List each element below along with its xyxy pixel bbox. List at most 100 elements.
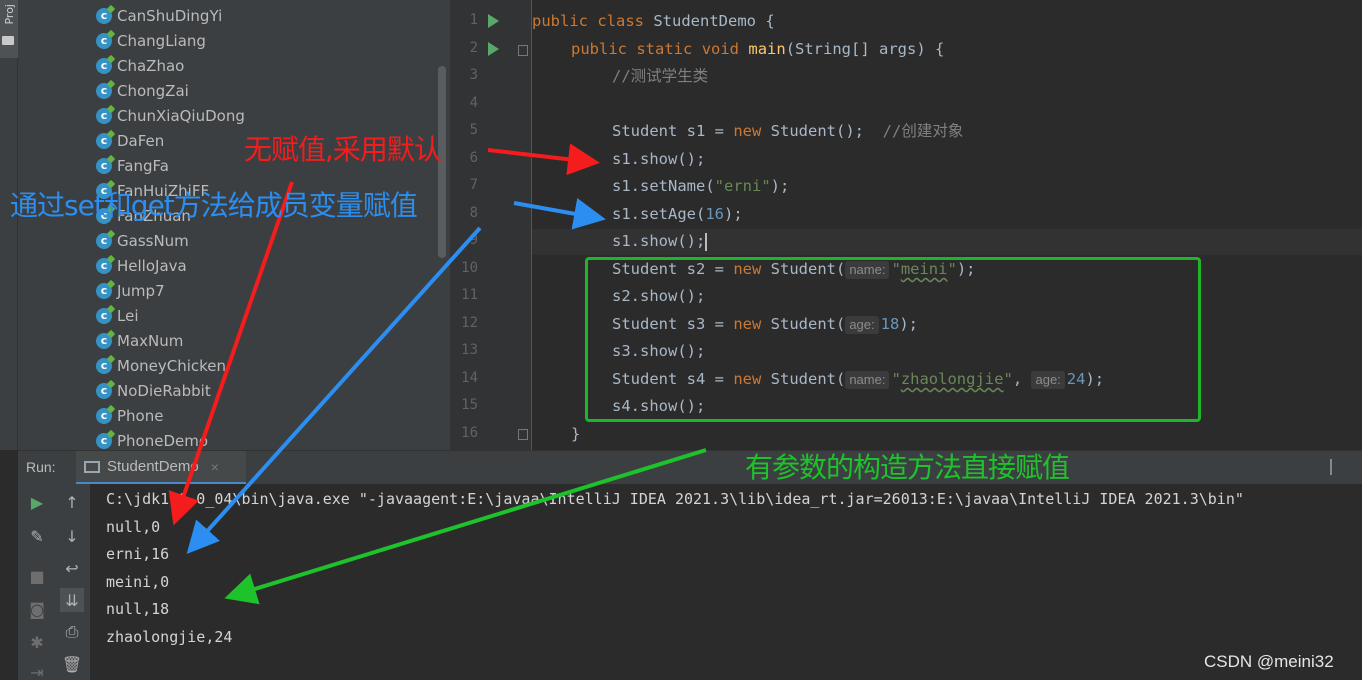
project-tree-item[interactable]: c FangFa [96,153,169,178]
keyword: public [571,40,627,58]
run-tab-studentdemo[interactable]: StudentDemo × [76,451,246,485]
text-cursor [705,232,708,251]
java-class-icon: c [96,82,112,99]
project-tree-item[interactable]: c Phone [96,403,163,428]
project-tree-item-label: MaxNum [117,331,184,350]
code-line-7: s1.setName("erni"); [612,173,789,200]
camera-icon[interactable]: ◙ [27,599,47,619]
trash-icon[interactable]: 🗑 [62,654,82,674]
project-tree-item[interactable]: c Jump7 [96,278,165,303]
line-number: 9 [469,232,478,248]
console-line: C:\jdk1.6.0_04\bin\java.exe "-javaagent:… [106,490,1244,508]
console-tab-icon [84,460,100,473]
number-literal: 16 [705,205,724,223]
project-tree-item[interactable]: c ChangLiang [96,28,206,53]
keyword: public [532,12,588,30]
fold-marker-icon[interactable] [518,45,528,56]
java-class-icon: c [96,332,112,349]
project-tree-item-label: HelloJava [117,256,187,275]
project-tree-item[interactable]: c ChongZai [96,78,189,103]
project-tree-item[interactable]: c MoneyChicken [96,353,226,378]
project-tree-item-label: NoDieRabbit [117,381,211,400]
java-class-icon: c [96,32,112,49]
line-number: 10 [461,259,478,276]
console-line: zhaolongjie,24 [106,628,233,646]
code-text: s1.setName( [612,177,715,195]
project-tree-item[interactable]: c DaFen [96,128,164,153]
code-line-5: Student s1 = new Student(); //创建对象 [612,118,963,145]
project-tree-item-label: Jump7 [117,281,165,300]
code-text: ); [770,177,790,195]
java-class-icon: c [96,307,112,324]
exit-icon[interactable]: ⇥ [27,662,47,680]
java-class-icon: c [96,382,112,399]
project-tree-item[interactable]: c ChaZhao [96,53,184,78]
project-tree-item[interactable]: c NoDieRabbit [96,378,211,403]
project-tree-item-label: CanShuDingYi [117,6,223,25]
run-tool-bar: Run: StudentDemo × [18,450,1362,485]
method-name: main [748,40,786,58]
line-number: 11 [461,287,478,303]
java-class-icon: c [96,357,112,374]
project-tree-item[interactable]: c HelloJava [96,253,187,278]
debug-bug-icon[interactable]: ✱ [27,632,47,652]
string-literal: "erni" [714,177,771,195]
project-tool-tab-label: Proj [3,4,16,25]
project-tree-item-label: DaFen [117,131,165,150]
stop-icon[interactable]: ■ [27,566,47,586]
rerun-icon[interactable]: ▶ [27,492,47,512]
down-arrow-icon[interactable]: ↓ [62,526,82,546]
code-line-3: //测试学生类 [612,67,709,85]
project-tree-item-label: ChaZhao [117,56,185,75]
project-tree-item[interactable]: c MaxNum [96,328,183,353]
project-tree-item[interactable]: c Lei [96,303,139,328]
wrench-icon[interactable]: ✎ [27,526,47,546]
java-class-icon: c [96,257,112,274]
project-tree-item[interactable]: c CanShuDingYi [96,3,222,28]
run-main-icon[interactable] [488,42,499,56]
project-tree-item[interactable]: c PhoneDemo [96,428,208,450]
folder-icon [2,36,14,45]
line-number: 4 [469,94,478,111]
line-number: 8 [469,204,478,221]
method-params: (String[] args) { [785,40,945,58]
keyword: class [597,12,645,30]
console-line: null,0 [106,518,161,536]
project-tree-item-label: Lei [117,306,139,325]
project-tree-item-label: PhoneDemo [117,431,209,450]
keyword: static [636,40,693,58]
console-line: meini,0 [106,573,170,591]
run-class-icon[interactable] [488,14,499,28]
soft-wrap-icon[interactable]: ↩ [62,558,82,578]
code-text: s1.setAge( [612,205,706,223]
close-icon[interactable]: × [211,459,219,475]
project-tree-item[interactable]: c ChunXiaQiuDong [96,103,245,128]
console-toolbar: ▶ ✎ ■ ◙ ✱ ⇥ ↑ ↓ ↩ ⇊ ⎙ 🗑 [18,484,90,680]
java-class-icon: c [96,157,112,174]
code-line-8: s1.setAge(16); [612,201,743,228]
project-tree-item-label: GassNum [117,231,189,250]
java-class-icon: c [96,57,112,74]
java-class-icon: c [96,7,112,24]
annotation-green-text: 有参数的构造方法直接赋值 [745,451,1070,484]
line-number: 7 [469,177,478,193]
console-output[interactable]: C:\jdk1.6.0_04\bin\java.exe "-javaagent:… [90,484,1362,680]
scroll-to-end-icon[interactable]: ⇊ [60,588,84,612]
java-class-icon: c [96,282,112,299]
console-line: null,18 [106,600,170,618]
project-tree-item[interactable]: c GassNum [96,228,189,253]
project-tool-tab[interactable]: Proj [0,0,18,58]
line-number: 14 [461,369,478,386]
project-panel: c CanShuDingYi c ChangLiang c ChaZhao c ChongZa… [18,0,450,450]
panel-options-icon[interactable] [1330,459,1340,475]
watermark: CSDN @meini32 [1204,652,1334,671]
code-line-1: public class StudentDemo { [532,8,775,35]
line-number: 2 [469,39,478,56]
code-text: Student(); [761,122,883,140]
code-text: Student s1 = [612,122,734,140]
project-tree-item-label: MoneyChicken [117,356,227,375]
java-class-icon: c [96,407,112,424]
fold-marker-icon[interactable] [518,429,528,440]
up-arrow-icon[interactable]: ↑ [62,492,82,512]
print-icon[interactable]: ⎙ [62,622,82,642]
